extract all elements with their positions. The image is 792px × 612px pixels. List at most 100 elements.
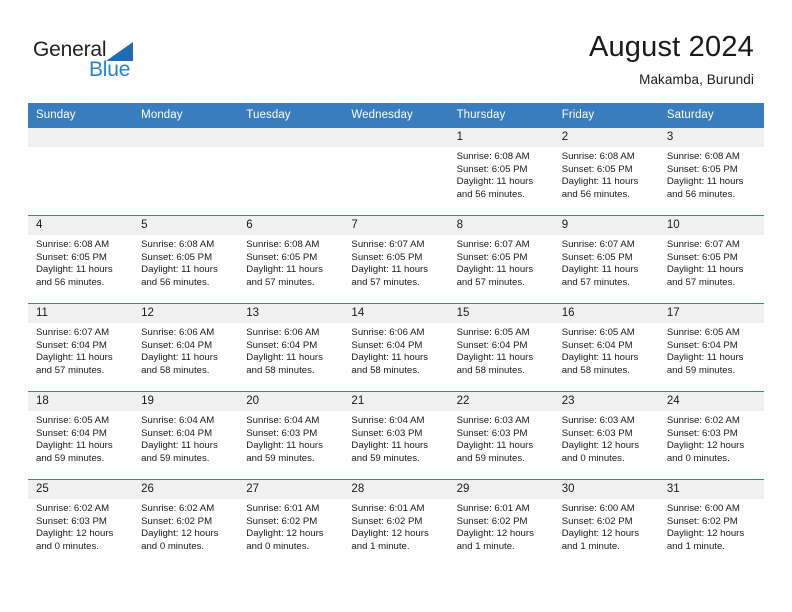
- calendar-day-cell[interactable]: 23 Sunrise: 6:03 AM Sunset: 6:03 PM Dayligh…: [553, 391, 659, 480]
- calendar-day-cell[interactable]: 5 Sunrise: 6:08 AM Sunset: 6:05 PM Daylight…: [133, 215, 239, 304]
- weekday-header-wednesday: Wednesday: [343, 103, 449, 128]
- calendar-day-cell[interactable]: 15 Sunrise: 6:05 AM Sunset: 6:04 PM Dayligh…: [448, 303, 554, 392]
- calendar-day-cell[interactable]: 31 Sunrise: 6:00 AM Sunset: 6:02 PM Dayligh…: [658, 479, 764, 568]
- day-number: 20: [238, 392, 344, 411]
- sunrise-text: Sunrise: 6:08 AM: [246, 239, 320, 250]
- day-number: 29: [448, 480, 554, 499]
- calendar-day-cell[interactable]: 18 Sunrise: 6:05 AM Sunset: 6:04 PM Dayligh…: [28, 391, 134, 480]
- day-number: 21: [343, 392, 449, 411]
- weekday-header-friday: Friday: [553, 103, 659, 128]
- day-number: 12: [133, 304, 239, 323]
- logo-text-blue: Blue: [89, 58, 131, 81]
- day-number: 30: [553, 480, 659, 499]
- calendar-day-cell[interactable]: 26 Sunrise: 6:02 AM Sunset: 6:02 PM Dayligh…: [133, 479, 239, 568]
- day-number: 9: [553, 216, 659, 235]
- sunrise-text: Sunrise: 6:08 AM: [36, 239, 110, 250]
- daylight-text: Daylight: 11 hours and 57 minutes.: [561, 264, 639, 288]
- calendar-page: General Blue August 2024 Makamba, Burund…: [0, 0, 792, 612]
- day-number: 2: [553, 128, 659, 147]
- day-details: Sunrise: 6:05 AM Sunset: 6:04 PM Daylight:…: [554, 323, 659, 377]
- page-header: General Blue August 2024 Makamba, Burund…: [0, 0, 792, 103]
- daylight-text: Daylight: 11 hours and 58 minutes.: [456, 352, 534, 376]
- sunrise-text: Sunrise: 6:02 AM: [141, 503, 215, 514]
- day-number: 31: [658, 480, 764, 499]
- day-details: Sunrise: 6:02 AM Sunset: 6:03 PM Daylight:…: [28, 499, 133, 553]
- sunset-text: Sunset: 6:04 PM: [141, 339, 213, 351]
- calendar-day-cell[interactable]: 19 Sunrise: 6:04 AM Sunset: 6:04 PM Dayligh…: [133, 391, 239, 480]
- calendar-day-cell[interactable]: 25 Sunrise: 6:02 AM Sunset: 6:03 PM Dayligh…: [28, 479, 134, 568]
- day-number: 25: [28, 480, 134, 499]
- day-number: 6: [238, 216, 344, 235]
- sunrise-text: Sunrise: 6:03 AM: [456, 415, 530, 426]
- daylight-text: Daylight: 11 hours and 56 minutes.: [561, 176, 639, 200]
- daylight-text: Daylight: 11 hours and 57 minutes.: [36, 352, 113, 376]
- calendar-body: 1 Sunrise: 6:08 AM Sunset: 6:05 PM Daylight…: [28, 127, 764, 568]
- day-details: Sunrise: 6:06 AM Sunset: 6:04 PM Daylight:…: [238, 323, 343, 377]
- calendar-day-cell[interactable]: 28 Sunrise: 6:01 AM Sunset: 6:02 PM Dayligh…: [343, 479, 449, 568]
- sunrise-text: Sunrise: 6:05 AM: [666, 327, 740, 338]
- daylight-text: Daylight: 11 hours and 56 minutes.: [666, 176, 744, 200]
- calendar-day-cell[interactable]: 24 Sunrise: 6:02 AM Sunset: 6:03 PM Dayligh…: [658, 391, 764, 480]
- calendar-day-cell[interactable]: 10 Sunrise: 6:07 AM Sunset: 6:05 PM Dayligh…: [658, 215, 764, 304]
- sunrise-text: Sunrise: 6:07 AM: [456, 239, 530, 250]
- calendar-day-cell[interactable]: 29 Sunrise: 6:01 AM Sunset: 6:02 PM Dayligh…: [448, 479, 554, 568]
- calendar-day-cell[interactable]: 9 Sunrise: 6:07 AM Sunset: 6:05 PM Daylight…: [553, 215, 659, 304]
- daylight-text: Daylight: 11 hours and 57 minutes.: [456, 264, 534, 288]
- calendar-day-cell[interactable]: 6 Sunrise: 6:08 AM Sunset: 6:05 PM Daylight…: [238, 215, 344, 304]
- day-details: Sunrise: 6:03 AM Sunset: 6:03 PM Daylight:…: [554, 411, 659, 465]
- day-details: Sunrise: 6:08 AM Sunset: 6:05 PM Daylight:…: [659, 147, 764, 201]
- calendar-day-cell[interactable]: 1 Sunrise: 6:08 AM Sunset: 6:05 PM Daylight…: [448, 127, 554, 216]
- sunrise-text: Sunrise: 6:07 AM: [36, 327, 110, 338]
- day-details: Sunrise: 6:06 AM Sunset: 6:04 PM Daylight:…: [133, 323, 238, 377]
- weekday-header-saturday: Saturday: [658, 103, 764, 128]
- calendar-day-cell[interactable]: 13 Sunrise: 6:06 AM Sunset: 6:04 PM Dayligh…: [238, 303, 344, 392]
- day-details: Sunrise: 6:01 AM Sunset: 6:02 PM Daylight:…: [238, 499, 343, 553]
- page-title: August 2024: [588, 31, 754, 63]
- day-details: Sunrise: 6:01 AM Sunset: 6:02 PM Daylight:…: [343, 499, 448, 553]
- weekday-header-sunday: Sunday: [28, 103, 134, 128]
- daylight-text: Daylight: 12 hours and 1 minute.: [351, 528, 429, 552]
- sunrise-text: Sunrise: 6:01 AM: [456, 503, 530, 514]
- calendar-week-row: 18 Sunrise: 6:05 AM Sunset: 6:04 PM Dayligh…: [28, 391, 764, 480]
- calendar-day-cell[interactable]: 27 Sunrise: 6:01 AM Sunset: 6:02 PM Dayligh…: [238, 479, 344, 568]
- calendar-day-cell[interactable]: 16 Sunrise: 6:05 AM Sunset: 6:04 PM Dayligh…: [553, 303, 659, 392]
- sunset-text: Sunset: 6:04 PM: [36, 427, 107, 439]
- calendar-day-cell[interactable]: 21 Sunrise: 6:04 AM Sunset: 6:03 PM Dayligh…: [343, 391, 449, 480]
- daylight-text: Daylight: 12 hours and 0 minutes.: [36, 528, 114, 552]
- day-details: Sunrise: 6:05 AM Sunset: 6:04 PM Daylight:…: [28, 411, 133, 465]
- day-details: Sunrise: 6:04 AM Sunset: 6:03 PM Daylight:…: [343, 411, 448, 465]
- day-details: Sunrise: 6:04 AM Sunset: 6:04 PM Daylight:…: [133, 411, 238, 465]
- calendar-day-cell[interactable]: 3 Sunrise: 6:08 AM Sunset: 6:05 PM Daylight…: [658, 127, 764, 216]
- day-number: 5: [133, 216, 239, 235]
- calendar-day-cell[interactable]: 11 Sunrise: 6:07 AM Sunset: 6:04 PM Dayligh…: [28, 303, 134, 392]
- location-subtitle: Makamba, Burundi: [639, 72, 754, 87]
- calendar-week-row: 4 Sunrise: 6:08 AM Sunset: 6:05 PM Daylight…: [28, 215, 764, 304]
- calendar-day-cell[interactable]: 2 Sunrise: 6:08 AM Sunset: 6:05 PM Daylight…: [553, 127, 659, 216]
- daylight-text: Daylight: 12 hours and 1 minute.: [666, 528, 745, 552]
- calendar-day-cell[interactable]: 14 Sunrise: 6:06 AM Sunset: 6:04 PM Dayligh…: [343, 303, 449, 392]
- day-number: 4: [28, 216, 134, 235]
- calendar-day-cell[interactable]: 8 Sunrise: 6:07 AM Sunset: 6:05 PM Daylight…: [448, 215, 554, 304]
- sunrise-text: Sunrise: 6:07 AM: [351, 239, 425, 250]
- calendar-day-cell[interactable]: 12 Sunrise: 6:06 AM Sunset: 6:04 PM Dayligh…: [133, 303, 239, 392]
- calendar-day-cell[interactable]: 22 Sunrise: 6:03 AM Sunset: 6:03 PM Dayligh…: [448, 391, 554, 480]
- calendar-day-cell[interactable]: 30 Sunrise: 6:00 AM Sunset: 6:02 PM Dayligh…: [553, 479, 659, 568]
- daylight-text: Daylight: 12 hours and 0 minutes.: [561, 440, 640, 464]
- sunset-text: Sunset: 6:04 PM: [351, 339, 423, 351]
- day-details: Sunrise: 6:01 AM Sunset: 6:02 PM Daylight:…: [449, 499, 554, 553]
- sunset-text: Sunset: 6:04 PM: [36, 339, 107, 351]
- calendar-day-cell[interactable]: 17 Sunrise: 6:05 AM Sunset: 6:04 PM Dayligh…: [658, 303, 764, 392]
- calendar-day-cell[interactable]: 20 Sunrise: 6:04 AM Sunset: 6:03 PM Dayligh…: [238, 391, 344, 480]
- daylight-text: Daylight: 11 hours and 57 minutes.: [246, 264, 323, 288]
- sunrise-text: Sunrise: 6:08 AM: [561, 151, 635, 162]
- daylight-text: Daylight: 12 hours and 1 minute.: [456, 528, 534, 552]
- sunset-text: Sunset: 6:03 PM: [561, 427, 633, 439]
- calendar-day-cell-empty: [238, 127, 344, 216]
- sunset-text: Sunset: 6:02 PM: [141, 515, 213, 527]
- sunrise-text: Sunrise: 6:02 AM: [36, 503, 110, 514]
- calendar-day-cell[interactable]: 7 Sunrise: 6:07 AM Sunset: 6:05 PM Daylight…: [343, 215, 449, 304]
- day-details: Sunrise: 6:08 AM Sunset: 6:05 PM Daylight:…: [238, 235, 343, 289]
- calendar-day-cell[interactable]: 4 Sunrise: 6:08 AM Sunset: 6:05 PM Daylight…: [28, 215, 134, 304]
- day-details: Sunrise: 6:07 AM Sunset: 6:05 PM Daylight:…: [659, 235, 764, 289]
- calendar-day-cell-empty: [133, 127, 239, 216]
